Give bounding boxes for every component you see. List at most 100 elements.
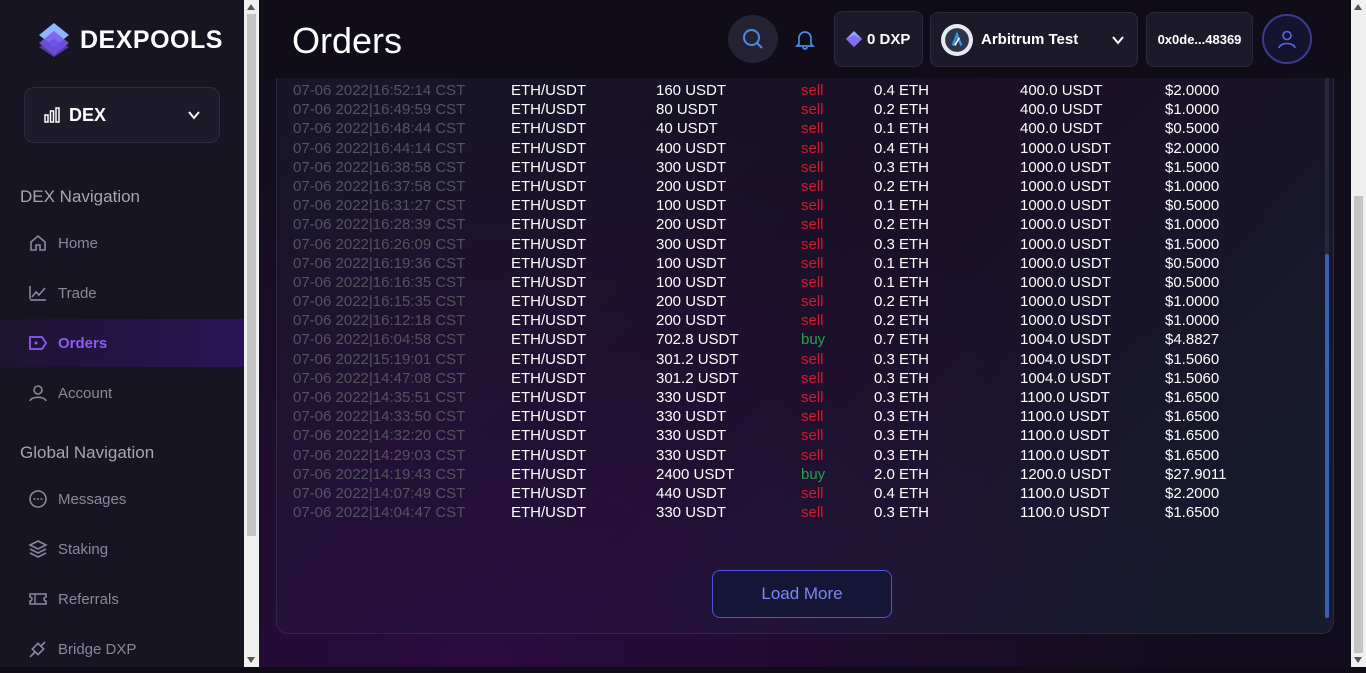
order-total: 330 USDT — [656, 389, 727, 406]
orders-scrollbar[interactable] — [1325, 70, 1331, 618]
sidebar-item-referrals[interactable]: Referrals — [0, 575, 244, 623]
order-price: 1000.0 USDT — [1020, 158, 1111, 176]
sidebar-item-staking[interactable]: Staking — [0, 525, 244, 573]
table-row: 07-06 2022|14:19:43 CST ETH/USDT 2400 USDT… — [293, 465, 1293, 484]
brand-name: DEXPOOLS — [80, 25, 223, 54]
scroll-up-arrow-icon[interactable] — [1354, 4, 1362, 10]
search-button[interactable] — [728, 15, 778, 63]
table-row: 07-06 2022|16:19:36 CST ETH/USDT 100 USDT s… — [293, 254, 1293, 273]
order-price: 1000.0 USDT — [1020, 293, 1111, 311]
order-pair: ETH/USDT — [511, 101, 586, 119]
order-amount: 0.3 ETH — [874, 350, 930, 368]
chevron-down-icon — [1112, 36, 1124, 45]
order-side: sell — [801, 504, 824, 522]
order-amount: 0.3 ETH — [874, 446, 930, 464]
table-row: 07-06 2022|14:32:20 CST ETH/USDT 330 USDT s… — [293, 426, 1293, 445]
order-amount: 0.1 ETH — [874, 197, 930, 215]
sidebar-scrollbar[interactable] — [244, 0, 259, 667]
order-amount: 0.7 ETH — [874, 331, 930, 349]
dxp-balance-button[interactable]: 0 DXP — [834, 11, 923, 67]
table-row: 07-06 2022|14:29:03 CST ETH/USDT 330 USDT s… — [293, 446, 1293, 465]
order-fee: $2.2000 — [1165, 484, 1220, 502]
sidebar-item-messages[interactable]: Messages — [0, 475, 244, 523]
order-total: 200 USDT — [656, 216, 727, 234]
order-fee: $1.0000 — [1165, 101, 1220, 119]
table-row: 07-06 2022|16:28:39 CST ETH/USDT 200 USDT s… — [293, 215, 1293, 234]
order-amount: 0.3 ETH — [874, 158, 930, 176]
order-side: sell — [801, 312, 824, 330]
order-total: 300 USDT — [656, 158, 727, 176]
user-icon — [29, 385, 47, 402]
bell-icon[interactable] — [794, 28, 816, 50]
order-amount: 0.1 ETH — [874, 120, 930, 138]
brand-logo[interactable]: DEXPOOLS — [34, 20, 223, 60]
orders-table: 07-06 2022|16:52:14 CST ETH/USDT 160 USDT s… — [293, 81, 1293, 522]
sidebar-item-orders[interactable]: Orders — [0, 319, 244, 367]
order-side: sell — [801, 177, 824, 195]
table-row: 07-06 2022|16:16:35 CST ETH/USDT 100 USDT s… — [293, 273, 1293, 292]
order-amount: 0.4 ETH — [874, 139, 930, 157]
sidebar-item-label: Home — [58, 234, 99, 252]
sidebar-scrollbar-thumb[interactable] — [247, 14, 256, 536]
sidebar-item-account[interactable]: Account — [0, 369, 244, 417]
order-date: 07-06 2022|16:28:39 CST — [293, 216, 466, 234]
order-date: 07-06 2022|16:48:44 CST — [293, 120, 466, 138]
sidebar-item-label: Referrals — [58, 590, 119, 608]
order-fee: $1.6500 — [1165, 389, 1220, 406]
order-total: 300 USDT — [656, 235, 727, 253]
order-date: 07-06 2022|14:19:43 CST — [293, 465, 466, 483]
scroll-down-arrow-icon[interactable] — [247, 657, 255, 663]
sidebar-item-trade[interactable]: Trade — [0, 269, 244, 317]
order-price: 1000.0 USDT — [1020, 254, 1111, 272]
order-fee: $1.0000 — [1165, 312, 1220, 330]
order-total: 2400 USDT — [656, 465, 735, 483]
order-date: 07-06 2022|14:07:49 CST — [293, 484, 466, 502]
scroll-down-arrow-icon[interactable] — [1354, 657, 1362, 663]
sidebar-item-bridge-dxp[interactable]: Bridge DXP — [0, 625, 244, 673]
order-side: sell — [801, 484, 824, 502]
order-side: sell — [801, 139, 824, 157]
order-fee: $0.5000 — [1165, 273, 1220, 291]
table-row: 07-06 2022|16:31:27 CST ETH/USDT 100 USDT s… — [293, 196, 1293, 215]
order-fee: $1.6500 — [1165, 427, 1220, 445]
sidebar-item-label: Account — [58, 384, 113, 402]
order-date: 07-06 2022|16:16:35 CST — [293, 273, 466, 291]
order-pair: ETH/USDT — [511, 158, 586, 176]
order-fee: $1.6500 — [1165, 504, 1220, 522]
order-fee: $1.5060 — [1165, 369, 1220, 387]
order-price: 1000.0 USDT — [1020, 216, 1111, 234]
order-pair: ETH/USDT — [511, 293, 586, 311]
network-selector[interactable]: Arbitrum Test — [930, 12, 1138, 67]
plug-icon — [29, 641, 46, 658]
order-total: 400 USDT — [656, 139, 727, 157]
page-scrollbar-thumb[interactable] — [1354, 196, 1363, 653]
order-side: sell — [801, 293, 824, 311]
load-more-button[interactable]: Load More — [712, 570, 892, 618]
order-total: 100 USDT — [656, 254, 727, 272]
order-total: 301.2 USDT — [656, 369, 739, 387]
ticket-icon — [29, 593, 47, 605]
page-scrollbar[interactable] — [1351, 0, 1366, 667]
dxp-balance: 0 DXP — [867, 30, 911, 48]
order-price: 400.0 USDT — [1020, 101, 1103, 119]
avatar[interactable] — [1262, 14, 1312, 64]
order-date: 07-06 2022|16:49:59 CST — [293, 101, 466, 119]
order-pair: ETH/USDT — [511, 216, 586, 234]
order-price: 1100.0 USDT — [1020, 446, 1110, 464]
order-side: sell — [801, 197, 824, 215]
dex-selector[interactable]: DEX — [24, 87, 220, 143]
sidebar-item-home[interactable]: Home — [0, 219, 244, 267]
order-amount: 0.3 ETH — [874, 427, 930, 445]
order-price: 1000.0 USDT — [1020, 139, 1111, 157]
sidebar-item-label: Orders — [58, 334, 108, 352]
scroll-up-arrow-icon[interactable] — [247, 4, 255, 10]
order-date: 07-06 2022|16:15:35 CST — [293, 293, 466, 311]
order-price: 1200.0 USDT — [1020, 465, 1111, 483]
order-price: 1100.0 USDT — [1020, 484, 1110, 502]
wallet-address-button[interactable]: 0x0de...48369 — [1146, 12, 1253, 67]
order-amount: 0.3 ETH — [874, 408, 930, 426]
orders-scrollbar-thumb[interactable] — [1325, 254, 1329, 618]
sidebar: DEXPOOLS DEX DEX Navigation Home Trade O… — [0, 0, 244, 667]
order-pair: ETH/USDT — [511, 350, 586, 368]
order-date: 07-06 2022|14:29:03 CST — [293, 446, 466, 464]
